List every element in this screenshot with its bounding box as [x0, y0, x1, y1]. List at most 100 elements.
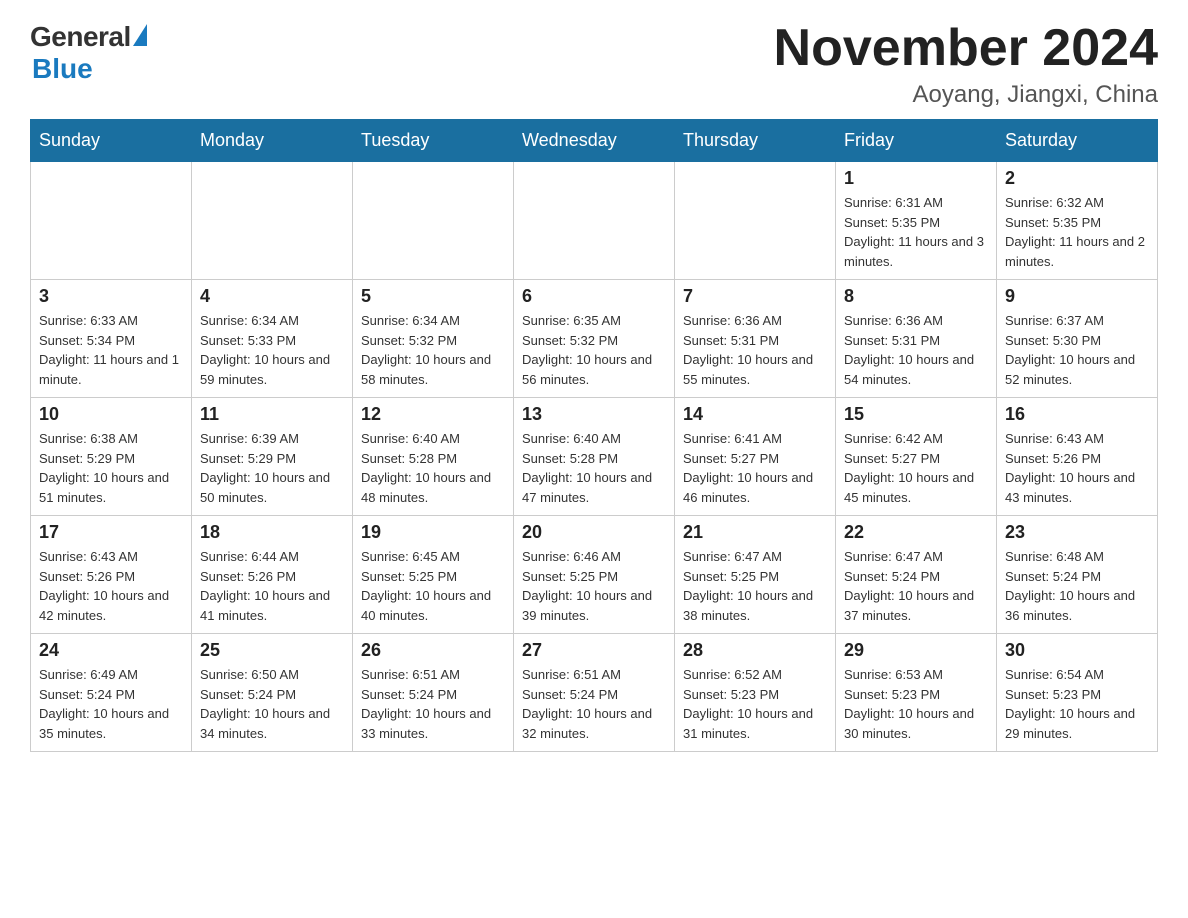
- logo-triangle-icon: [133, 24, 147, 46]
- day-info: Sunrise: 6:44 AMSunset: 5:26 PMDaylight:…: [200, 547, 344, 625]
- calendar-cell: [192, 162, 353, 280]
- day-info: Sunrise: 6:40 AMSunset: 5:28 PMDaylight:…: [522, 429, 666, 507]
- calendar-cell: 8 Sunrise: 6:36 AMSunset: 5:31 PMDaylight…: [836, 280, 997, 398]
- day-info: Sunrise: 6:48 AMSunset: 5:24 PMDaylight:…: [1005, 547, 1149, 625]
- calendar-cell: 19 Sunrise: 6:45 AMSunset: 5:25 PMDayligh…: [353, 516, 514, 634]
- day-number: 15: [844, 404, 988, 425]
- calendar-cell: [353, 162, 514, 280]
- calendar-cell: 29 Sunrise: 6:53 AMSunset: 5:23 PMDayligh…: [836, 634, 997, 752]
- day-number: 7: [683, 286, 827, 307]
- day-info: Sunrise: 6:51 AMSunset: 5:24 PMDaylight:…: [361, 665, 505, 743]
- calendar-cell: 11 Sunrise: 6:39 AMSunset: 5:29 PMDayligh…: [192, 398, 353, 516]
- calendar-week-row: 24 Sunrise: 6:49 AMSunset: 5:24 PMDayligh…: [31, 634, 1158, 752]
- day-info: Sunrise: 6:46 AMSunset: 5:25 PMDaylight:…: [522, 547, 666, 625]
- calendar-cell: [675, 162, 836, 280]
- day-info: Sunrise: 6:51 AMSunset: 5:24 PMDaylight:…: [522, 665, 666, 743]
- day-info: Sunrise: 6:37 AMSunset: 5:30 PMDaylight:…: [1005, 311, 1149, 389]
- calendar-cell: 30 Sunrise: 6:54 AMSunset: 5:23 PMDayligh…: [997, 634, 1158, 752]
- location-title: Aoyang, Jiangxi, China: [774, 81, 1158, 109]
- calendar-cell: 26Sunrise: 6:51 AMSunset: 5:24 PMDayligh…: [353, 634, 514, 752]
- calendar-week-row: 17 Sunrise: 6:43 AMSunset: 5:26 PMDayligh…: [31, 516, 1158, 634]
- calendar-cell: 1 Sunrise: 6:31 AMSunset: 5:35 PMDaylight…: [836, 162, 997, 280]
- day-info: Sunrise: 6:47 AMSunset: 5:25 PMDaylight:…: [683, 547, 827, 625]
- day-number: 10: [39, 404, 183, 425]
- day-info: Sunrise: 6:49 AMSunset: 5:24 PMDaylight:…: [39, 665, 183, 743]
- day-number: 1: [844, 168, 988, 189]
- calendar-cell: 20 Sunrise: 6:46 AMSunset: 5:25 PMDayligh…: [514, 516, 675, 634]
- day-of-week-header: Monday: [192, 120, 353, 162]
- calendar-cell: 6 Sunrise: 6:35 AMSunset: 5:32 PMDaylight…: [514, 280, 675, 398]
- logo: General Blue: [30, 20, 147, 85]
- day-number: 14: [683, 404, 827, 425]
- day-info: Sunrise: 6:31 AMSunset: 5:35 PMDaylight:…: [844, 193, 988, 271]
- calendar-cell: 15 Sunrise: 6:42 AMSunset: 5:27 PMDayligh…: [836, 398, 997, 516]
- logo-general-text: General: [30, 21, 131, 53]
- day-info: Sunrise: 6:42 AMSunset: 5:27 PMDaylight:…: [844, 429, 988, 507]
- day-info: Sunrise: 6:47 AMSunset: 5:24 PMDaylight:…: [844, 547, 988, 625]
- calendar-header-row: SundayMondayTuesdayWednesdayThursdayFrid…: [31, 120, 1158, 162]
- calendar-cell: 14 Sunrise: 6:41 AMSunset: 5:27 PMDayligh…: [675, 398, 836, 516]
- day-number: 11: [200, 404, 344, 425]
- day-number: 12: [361, 404, 505, 425]
- day-info: Sunrise: 6:41 AMSunset: 5:27 PMDaylight:…: [683, 429, 827, 507]
- day-of-week-header: Tuesday: [353, 120, 514, 162]
- day-number: 9: [1005, 286, 1149, 307]
- day-number: 27: [522, 640, 666, 661]
- day-info: Sunrise: 6:38 AMSunset: 5:29 PMDaylight:…: [39, 429, 183, 507]
- day-number: 18: [200, 522, 344, 543]
- day-of-week-header: Friday: [836, 120, 997, 162]
- calendar-cell: 3Sunrise: 6:33 AMSunset: 5:34 PMDaylight…: [31, 280, 192, 398]
- day-number: 29: [844, 640, 988, 661]
- calendar-cell: 21Sunrise: 6:47 AMSunset: 5:25 PMDayligh…: [675, 516, 836, 634]
- day-number: 28: [683, 640, 827, 661]
- day-number: 4: [200, 286, 344, 307]
- calendar-cell: 12 Sunrise: 6:40 AMSunset: 5:28 PMDayligh…: [353, 398, 514, 516]
- calendar-cell: 24 Sunrise: 6:49 AMSunset: 5:24 PMDayligh…: [31, 634, 192, 752]
- day-number: 19: [361, 522, 505, 543]
- day-number: 24: [39, 640, 183, 661]
- day-info: Sunrise: 6:43 AMSunset: 5:26 PMDaylight:…: [1005, 429, 1149, 507]
- day-number: 5: [361, 286, 505, 307]
- day-info: Sunrise: 6:52 AMSunset: 5:23 PMDaylight:…: [683, 665, 827, 743]
- day-info: Sunrise: 6:53 AMSunset: 5:23 PMDaylight:…: [844, 665, 988, 743]
- day-info: Sunrise: 6:36 AMSunset: 5:31 PMDaylight:…: [844, 311, 988, 389]
- calendar-cell: 5 Sunrise: 6:34 AMSunset: 5:32 PMDaylight…: [353, 280, 514, 398]
- day-number: 6: [522, 286, 666, 307]
- day-number: 13: [522, 404, 666, 425]
- calendar-cell: 22Sunrise: 6:47 AMSunset: 5:24 PMDayligh…: [836, 516, 997, 634]
- calendar-cell: 28 Sunrise: 6:52 AMSunset: 5:23 PMDayligh…: [675, 634, 836, 752]
- calendar-cell: 23 Sunrise: 6:48 AMSunset: 5:24 PMDayligh…: [997, 516, 1158, 634]
- day-info: Sunrise: 6:39 AMSunset: 5:29 PMDaylight:…: [200, 429, 344, 507]
- day-info: Sunrise: 6:45 AMSunset: 5:25 PMDaylight:…: [361, 547, 505, 625]
- calendar-week-row: 3Sunrise: 6:33 AMSunset: 5:34 PMDaylight…: [31, 280, 1158, 398]
- day-number: 23: [1005, 522, 1149, 543]
- day-number: 25: [200, 640, 344, 661]
- calendar-cell: 2Sunrise: 6:32 AMSunset: 5:35 PMDaylight…: [997, 162, 1158, 280]
- day-info: Sunrise: 6:34 AMSunset: 5:32 PMDaylight:…: [361, 311, 505, 389]
- day-number: 17: [39, 522, 183, 543]
- day-info: Sunrise: 6:40 AMSunset: 5:28 PMDaylight:…: [361, 429, 505, 507]
- calendar-cell: [514, 162, 675, 280]
- day-number: 8: [844, 286, 988, 307]
- calendar-week-row: 1 Sunrise: 6:31 AMSunset: 5:35 PMDaylight…: [31, 162, 1158, 280]
- title-area: November 2024 Aoyang, Jiangxi, China: [774, 20, 1158, 109]
- calendar-cell: 4 Sunrise: 6:34 AMSunset: 5:33 PMDaylight…: [192, 280, 353, 398]
- calendar-cell: 13 Sunrise: 6:40 AMSunset: 5:28 PMDayligh…: [514, 398, 675, 516]
- day-info: Sunrise: 6:34 AMSunset: 5:33 PMDaylight:…: [200, 311, 344, 389]
- day-of-week-header: Saturday: [997, 120, 1158, 162]
- logo-blue-text: Blue: [32, 53, 93, 85]
- day-number: 20: [522, 522, 666, 543]
- calendar-cell: 7Sunrise: 6:36 AMSunset: 5:31 PMDaylight…: [675, 280, 836, 398]
- calendar-cell: 18 Sunrise: 6:44 AMSunset: 5:26 PMDayligh…: [192, 516, 353, 634]
- day-info: Sunrise: 6:32 AMSunset: 5:35 PMDaylight:…: [1005, 193, 1149, 271]
- calendar-cell: 17 Sunrise: 6:43 AMSunset: 5:26 PMDayligh…: [31, 516, 192, 634]
- day-info: Sunrise: 6:54 AMSunset: 5:23 PMDaylight:…: [1005, 665, 1149, 743]
- day-number: 3: [39, 286, 183, 307]
- day-number: 16: [1005, 404, 1149, 425]
- calendar-cell: [31, 162, 192, 280]
- day-info: Sunrise: 6:43 AMSunset: 5:26 PMDaylight:…: [39, 547, 183, 625]
- day-info: Sunrise: 6:35 AMSunset: 5:32 PMDaylight:…: [522, 311, 666, 389]
- day-number: 30: [1005, 640, 1149, 661]
- month-title: November 2024: [774, 20, 1158, 77]
- calendar-cell: 9 Sunrise: 6:37 AMSunset: 5:30 PMDaylight…: [997, 280, 1158, 398]
